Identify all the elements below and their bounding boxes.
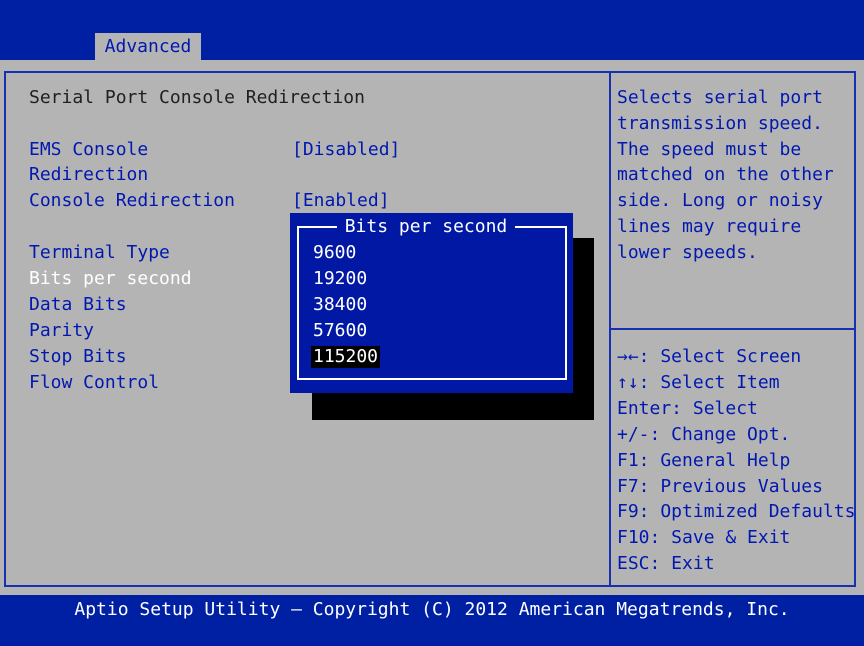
popup-option-115200[interactable]: 115200 [311, 346, 381, 368]
key-hint-optimized-defaults: F9: Optimized Defaults [617, 501, 856, 522]
popup-option-57600[interactable]: 57600 [311, 320, 369, 342]
popup-option-38400[interactable]: 38400 [311, 294, 369, 316]
help-line: lower speeds. [617, 242, 758, 263]
setting-ems-console[interactable]: EMS Console [29, 139, 148, 161]
help-line: matched on the other [617, 164, 834, 185]
key-hint-select-item: ↑↓: Select Item [617, 372, 780, 393]
popup-border-top-left [297, 226, 337, 228]
footer-copyright: Aptio Setup Utility – Copyright (C) 2012… [74, 599, 790, 620]
tab-advanced[interactable]: Advanced [95, 33, 201, 60]
setting-flow-control[interactable]: Flow Control [29, 372, 159, 394]
popup-border-top-right [515, 226, 567, 228]
setting-parity[interactable]: Parity [29, 320, 94, 342]
key-hint-select-screen: →←: Select Screen [617, 346, 802, 367]
help-line: transmission speed. [617, 113, 823, 134]
setting-data-bits[interactable]: Data Bits [29, 294, 127, 316]
help-line: Selects serial port [617, 87, 823, 108]
section-title: Serial Port Console Redirection [29, 87, 365, 108]
setting-ems-redirection[interactable]: Redirection [29, 164, 148, 186]
setting-terminal-type[interactable]: Terminal Type [29, 242, 170, 264]
key-hint-general-help: F1: General Help [617, 450, 791, 471]
setting-console-redirection-value[interactable]: [Enabled] [292, 190, 390, 212]
help-line: The speed must be [617, 139, 802, 160]
help-divider [611, 328, 856, 330]
setting-console-redirection[interactable]: Console Redirection [29, 190, 235, 212]
setting-stop-bits[interactable]: Stop Bits [29, 346, 127, 368]
key-hint-previous-values: F7: Previous Values [617, 476, 823, 497]
popup-option-19200[interactable]: 19200 [311, 268, 369, 290]
key-hint-change-opt: +/-: Change Opt. [617, 424, 791, 445]
setting-ems-console-value[interactable]: [Disabled] [292, 139, 400, 161]
key-hint-enter: Enter: Select [617, 398, 758, 419]
setting-bits-per-second[interactable]: Bits per second [29, 268, 192, 290]
popup-title: Bits per second [344, 216, 508, 237]
help-line: side. Long or noisy [617, 190, 823, 211]
popup-option-9600[interactable]: 9600 [311, 242, 358, 264]
key-hint-exit: ESC: Exit [617, 553, 715, 574]
help-line: lines may require [617, 216, 802, 237]
key-hint-save-exit: F10: Save & Exit [617, 527, 791, 548]
